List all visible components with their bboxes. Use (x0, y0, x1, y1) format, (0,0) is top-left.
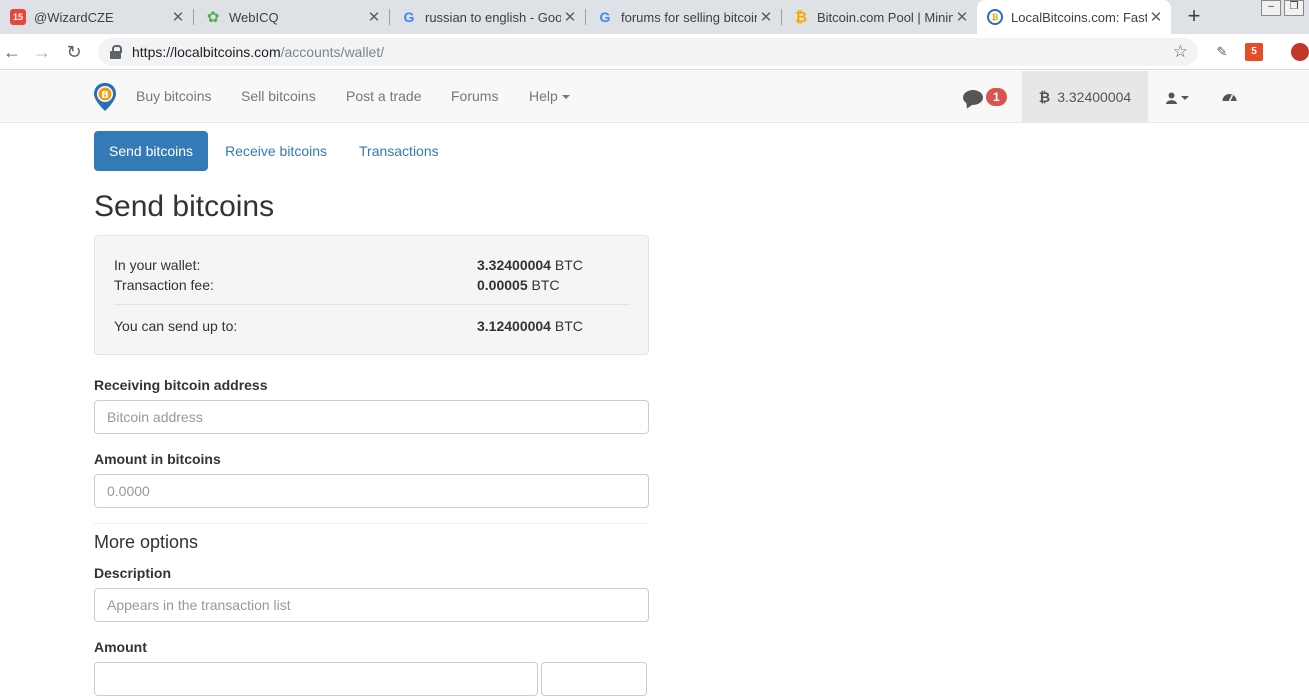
notifications-button[interactable]: 1 (963, 88, 1007, 106)
reload-icon[interactable]: ↻ (62, 40, 86, 64)
extension-brush-icon[interactable]: ✎ (1213, 43, 1231, 61)
description-label: Description (94, 565, 172, 581)
dashboard-button[interactable] (1222, 89, 1237, 105)
tab-send-bitcoins[interactable]: Send bitcoins (94, 131, 209, 171)
more-options-heading: More options (94, 532, 199, 552)
minimize-window-icon[interactable]: – (1261, 0, 1281, 16)
browser-tab[interactable]: G forums for selling bitcoin ✕ (587, 0, 781, 34)
chat-bubble-icon (963, 89, 983, 105)
user-icon (1166, 92, 1177, 105)
localbitcoins-icon: ₿ (987, 9, 1003, 25)
divider (114, 304, 630, 305)
close-tab-icon[interactable]: ✕ (1147, 8, 1165, 26)
user-menu-dropdown[interactable] (1166, 89, 1189, 105)
bitcoin-icon: ₿ (1038, 88, 1051, 105)
page-title: Send bitcoins (94, 190, 275, 223)
bookmark-star-icon[interactable]: ☆ (1173, 42, 1188, 62)
nav-help-dropdown[interactable]: Help (529, 88, 570, 104)
amount-label: Amount in bitcoins (94, 451, 221, 467)
close-tab-icon[interactable]: ✕ (365, 8, 383, 26)
close-tab-icon[interactable]: ✕ (757, 8, 775, 26)
amount-secondary-input[interactable] (94, 662, 538, 696)
close-tab-icon[interactable]: ✕ (953, 8, 971, 26)
dashboard-gauge-icon (1222, 94, 1237, 102)
description-input[interactable]: Appears in the transaction list (94, 588, 649, 622)
forward-arrow-icon[interactable]: → (30, 40, 54, 64)
tab-receive-bitcoins[interactable]: Receive bitcoins (210, 131, 342, 171)
browser-tab[interactable]: 15 @WizardCZE ✕ (0, 0, 193, 34)
browser-tab-strip: 15 @WizardCZE ✕ ✿ WebICQ ✕ G russian to … (0, 0, 1309, 34)
browser-toolbar: ← → ↻ https://localbitcoins.com/accounts… (0, 34, 1309, 70)
svg-text:B: B (101, 90, 109, 101)
nav-forums[interactable]: Forums (451, 88, 498, 104)
caret-down-icon (561, 95, 570, 100)
caret-down-icon (1181, 96, 1189, 101)
wallet-balance-button[interactable]: ₿ 3.32400004 (1022, 71, 1148, 122)
site-navbar: B Buy bitcoins Sell bitcoins Post a trad… (0, 71, 1309, 123)
nav-buy-bitcoins[interactable]: Buy bitcoins (136, 88, 211, 104)
nav-post-trade[interactable]: Post a trade (346, 88, 422, 104)
divider (94, 523, 649, 524)
address-label: Receiving bitcoin address (94, 377, 268, 393)
calendar-icon: 15 (10, 9, 26, 25)
lock-icon (110, 45, 122, 59)
html5-extension-icon[interactable]: 5 (1245, 43, 1263, 61)
nav-sell-bitcoins[interactable]: Sell bitcoins (241, 88, 316, 104)
profile-avatar-icon[interactable] (1291, 43, 1309, 61)
back-arrow-icon[interactable]: ← (0, 40, 24, 64)
wallet-summary-panel: In your wallet: 3.32400004 BTC Transacti… (94, 235, 649, 355)
browser-tab[interactable]: G russian to english - Goog ✕ (391, 0, 585, 34)
flower-icon: ✿ (206, 9, 220, 26)
wallet-subtabs: Send bitcoins Receive bitcoins Transacti… (94, 131, 456, 171)
address-bar[interactable]: https://localbitcoins.com/accounts/walle… (98, 38, 1198, 66)
restore-window-icon[interactable]: ❐ (1284, 0, 1304, 16)
close-tab-icon[interactable]: ✕ (169, 8, 187, 26)
browser-tab[interactable]: ₿ Bitcoin.com Pool | Mining ✕ (783, 0, 977, 34)
browser-tab-active[interactable]: ₿ LocalBitcoins.com: Fastes ✕ (977, 0, 1171, 34)
google-icon: G (403, 9, 415, 25)
amount-label-secondary: Amount (94, 639, 147, 655)
google-icon: G (599, 9, 611, 25)
amount-input[interactable]: 0.0000 (94, 474, 649, 508)
localbitcoins-logo[interactable]: B (93, 82, 117, 112)
currency-select[interactable] (541, 662, 647, 696)
wallet-balance: 3.32400004 (1057, 88, 1132, 105)
browser-tab[interactable]: ✿ WebICQ ✕ (195, 0, 389, 34)
tab-transactions[interactable]: Transactions (344, 131, 454, 171)
bitcoin-icon: ₿ (794, 8, 808, 26)
bitcoin-address-input[interactable]: Bitcoin address (94, 400, 649, 434)
new-tab-button[interactable]: + (1183, 4, 1205, 28)
close-tab-icon[interactable]: ✕ (561, 8, 579, 26)
notification-badge: 1 (986, 88, 1007, 106)
